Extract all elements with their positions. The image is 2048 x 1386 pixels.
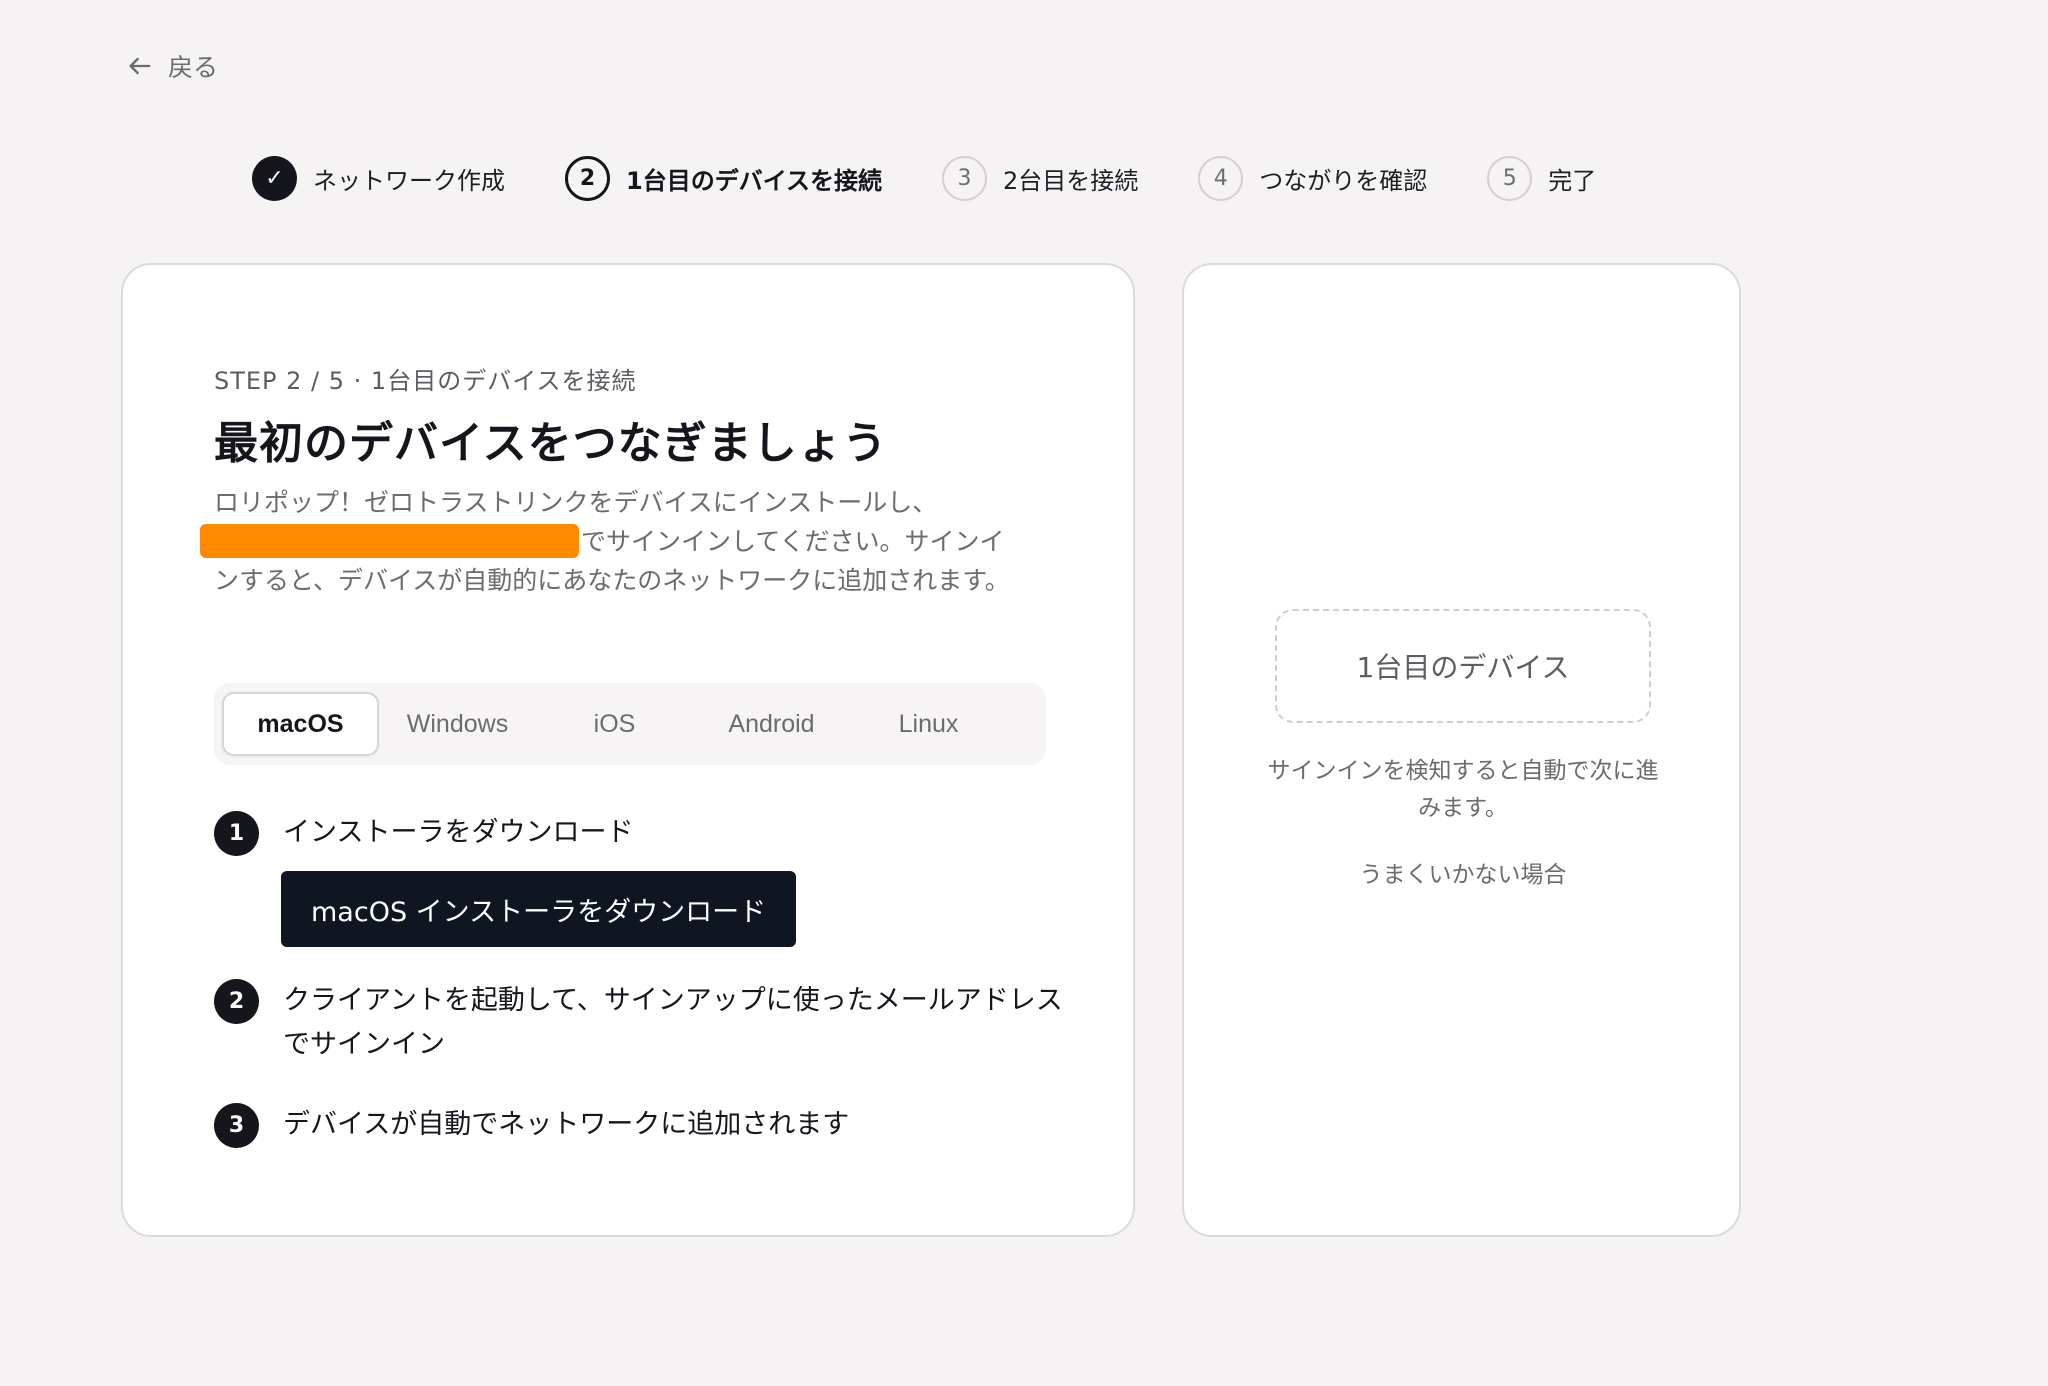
instruction-step: 3 デバイスが自動でネットワークに追加されます bbox=[214, 1103, 1063, 1148]
instruction-text: デバイスが自動でネットワークに追加されます bbox=[283, 1109, 850, 1140]
setup-card: STEP 2 / 5 · 1台目のデバイスを接続 最初のデバイスをつなぎましょう… bbox=[121, 263, 1135, 1237]
auto-advance-note: サインインを検知すると自動で次に進みます。 bbox=[1267, 758, 1659, 821]
description-part1: ロリポップ！ゼロトラストリンクをデバイスにインストールし、 bbox=[214, 488, 938, 517]
os-tabs: macOS Windows iOS Android Linux bbox=[214, 683, 1046, 765]
stepper: ✓ ネットワーク作成 2 1台目のデバイスを接続 3 2台目を接続 4 つながり… bbox=[252, 156, 1596, 201]
back-label: 戻る bbox=[168, 53, 219, 82]
page: 戻る ✓ ネットワーク作成 2 1台目のデバイスを接続 3 2台目を接続 4 つ… bbox=[0, 0, 2048, 1386]
device-placeholder: 1台目のデバイス bbox=[1275, 609, 1651, 723]
instruction-number: 1 bbox=[214, 811, 259, 856]
step-number: 4 bbox=[1198, 156, 1244, 201]
troubleshoot-link[interactable]: うまくいかない場合 bbox=[1264, 855, 1662, 889]
step-eyebrow: STEP 2 / 5 · 1台目のデバイスを接続 bbox=[214, 367, 637, 395]
tab-macos[interactable]: macOS bbox=[222, 692, 379, 756]
step-label: 完了 bbox=[1548, 167, 1597, 195]
tab-ios[interactable]: iOS bbox=[536, 692, 693, 756]
step-connect-first-device[interactable]: 2 1台目のデバイスを接続 bbox=[565, 156, 882, 201]
description: ロリポップ！ゼロトラストリンクをデバイスにインストールし、 でサインインしてくだ… bbox=[200, 483, 1014, 600]
step-label: ネットワーク作成 bbox=[313, 167, 505, 195]
step-label: 1台目のデバイスを接続 bbox=[626, 167, 882, 195]
tab-windows[interactable]: Windows bbox=[379, 692, 536, 756]
step-label: つながりを確認 bbox=[1259, 167, 1428, 195]
instruction-number: 3 bbox=[214, 1103, 259, 1148]
instruction-text: クライアントを起動して、サインアップに使ったメールアドレスでサインイン bbox=[283, 985, 1063, 1060]
instruction-text: インストーラをダウンロード bbox=[283, 817, 634, 848]
step-number: 2 bbox=[565, 156, 610, 201]
step-network-create[interactable]: ✓ ネットワーク作成 bbox=[252, 156, 505, 201]
back-link[interactable]: 戻る bbox=[126, 48, 218, 84]
redacted-email bbox=[200, 524, 579, 558]
step-number: 3 bbox=[941, 156, 987, 201]
tab-android[interactable]: Android bbox=[693, 692, 850, 756]
page-title: 最初のデバイスをつなぎましょう bbox=[214, 418, 888, 469]
download-installer-button[interactable]: macOS インストーラをダウンロード bbox=[281, 871, 797, 947]
step-label: 2台目を接続 bbox=[1002, 167, 1139, 195]
step-connect-second-device[interactable]: 3 2台目を接続 bbox=[941, 156, 1139, 201]
step-complete[interactable]: 5 完了 bbox=[1487, 156, 1596, 201]
instruction-step: 1 インストーラをダウンロード bbox=[214, 811, 1063, 856]
tab-linux[interactable]: Linux bbox=[850, 692, 1007, 756]
step-verify-connection[interactable]: 4 つながりを確認 bbox=[1198, 156, 1427, 201]
instruction-number: 2 bbox=[214, 979, 259, 1024]
device-status-card: 1台目のデバイス サインインを検知すると自動で次に進みます。 うまくいかない場合 bbox=[1182, 263, 1741, 1237]
arrow-left-icon bbox=[129, 57, 151, 75]
step-number: 5 bbox=[1487, 156, 1533, 201]
check-icon: ✓ bbox=[252, 156, 297, 201]
instruction-step: 2 クライアントを起動して、サインアップに使ったメールアドレスでサインイン bbox=[214, 979, 1063, 1067]
